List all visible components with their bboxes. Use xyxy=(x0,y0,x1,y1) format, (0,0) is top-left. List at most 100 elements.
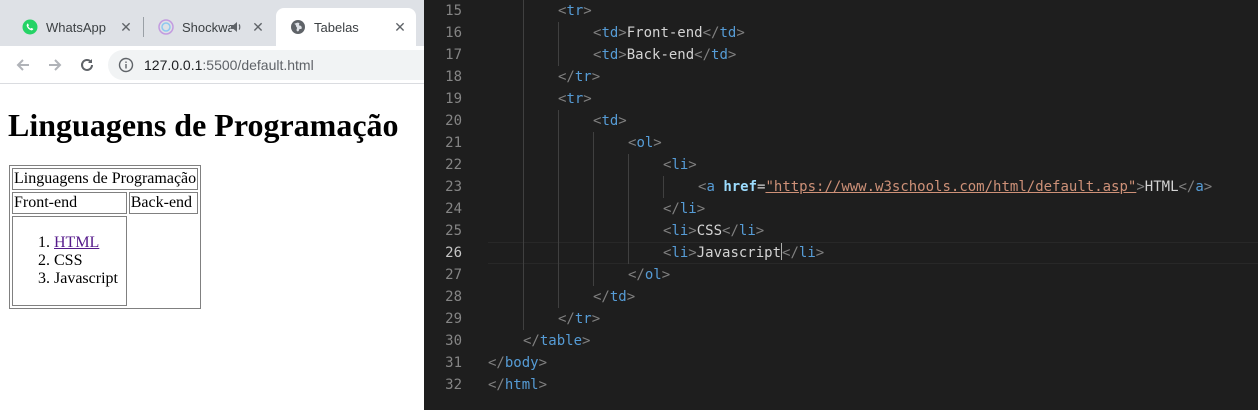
code-line[interactable]: 15 <tr> xyxy=(424,0,1258,22)
table-row: Front-end Back-end xyxy=(12,192,199,214)
info-icon[interactable] xyxy=(118,57,134,73)
code-line[interactable]: 20 <td> xyxy=(424,110,1258,132)
code-editor[interactable]: 15 <tr> 16 <td>Front-end</td> 17 <td>Back-end… xyxy=(424,0,1258,410)
code-line[interactable]: 21 <ol> xyxy=(424,132,1258,154)
code-token: tr xyxy=(574,311,592,327)
indent-guide xyxy=(523,22,524,44)
code-line[interactable]: 19 <tr> xyxy=(424,88,1258,110)
code-token: </ xyxy=(558,69,575,85)
code-line[interactable]: 31 </body> xyxy=(424,352,1258,374)
list-item: CSS xyxy=(54,252,125,270)
browser-window: WhatsApp ✕ Shockwave ✕ Tabelas ✕ xyxy=(0,0,424,410)
code-line[interactable]: 17 <td>Back-end</td> xyxy=(424,44,1258,66)
list-item: HTML xyxy=(54,234,125,252)
code-token: > xyxy=(538,377,548,393)
address-bar[interactable]: 127.0.0.1:5500/default.html xyxy=(108,50,424,80)
code-token: </ xyxy=(782,245,799,261)
indent-guide xyxy=(523,176,524,198)
indent-guide xyxy=(523,308,524,330)
code-line[interactable]: 28 </td> xyxy=(424,286,1258,308)
indent-guide xyxy=(628,198,629,220)
indent-guide xyxy=(523,264,524,286)
code-token: > xyxy=(661,267,671,283)
line-number: 19 xyxy=(445,91,462,107)
code-token: > xyxy=(618,25,627,41)
code-line[interactable]: 22 <li> xyxy=(424,154,1258,176)
indent-guide xyxy=(523,66,524,88)
code-token: table xyxy=(539,333,583,349)
code-token: </ xyxy=(694,47,712,63)
table-cell-list: HTML CSS Javascript xyxy=(12,216,127,306)
code-line[interactable]: 18 </tr> xyxy=(424,66,1258,88)
line-number: 32 xyxy=(445,377,462,393)
indent-guide xyxy=(593,198,594,220)
indent-guide xyxy=(523,220,524,242)
code-token: td xyxy=(609,289,627,305)
close-tab-icon[interactable]: ✕ xyxy=(250,19,266,35)
browser-toolbar: 127.0.0.1:5500/default.html xyxy=(0,46,424,84)
line-number: 23 xyxy=(445,179,462,195)
code-line[interactable]: 30 </table> xyxy=(424,330,1258,352)
table-cell-back-end: Back-end xyxy=(128,192,199,214)
code-line[interactable]: 26 <li>Javascript</li> xyxy=(424,242,1258,264)
code-token: Front-end xyxy=(626,25,703,41)
line-number: 21 xyxy=(445,135,462,151)
code-token: > xyxy=(688,223,697,239)
code-text: <li>Javascript</li> xyxy=(663,242,824,264)
code-token: > xyxy=(591,311,601,327)
code-token: href xyxy=(723,179,758,195)
code-token: > xyxy=(696,201,706,217)
back-button[interactable] xyxy=(10,52,36,78)
speaker-icon[interactable] xyxy=(228,19,244,35)
code-line[interactable]: 32 </html> xyxy=(424,374,1258,396)
table-row: HTML CSS Javascript xyxy=(12,216,198,306)
line-number: 27 xyxy=(445,267,462,283)
indent-guide xyxy=(523,44,524,66)
code-token: tr xyxy=(574,69,592,85)
close-tab-icon[interactable]: ✕ xyxy=(118,19,134,35)
line-number: 22 xyxy=(445,157,462,173)
indent-guide xyxy=(558,286,559,308)
code-token: HTML xyxy=(1144,179,1179,195)
code-text: </tr> xyxy=(558,66,600,88)
code-token: > xyxy=(582,333,591,349)
indent-guide xyxy=(558,154,559,176)
code-line[interactable]: 16 <td>Front-end</td> xyxy=(424,22,1258,44)
close-tab-icon[interactable]: ✕ xyxy=(392,19,408,35)
code-token: </ xyxy=(488,355,505,371)
code-token: a xyxy=(706,179,715,195)
code-token: </ xyxy=(558,311,575,327)
code-token: > xyxy=(591,69,601,85)
code-text: </tr> xyxy=(558,308,600,330)
line-number: 28 xyxy=(445,289,462,305)
code-text: </body> xyxy=(488,352,547,374)
tab-whatsapp[interactable]: WhatsApp ✕ xyxy=(8,8,142,46)
line-number: 29 xyxy=(445,311,462,327)
code-token: </ xyxy=(523,333,540,349)
indent-guide xyxy=(558,264,559,286)
code-line[interactable]: 23 <a href="https://www.w3schools.com/htm… xyxy=(424,176,1258,198)
line-number: 26 xyxy=(445,245,462,261)
indent-guide xyxy=(523,88,524,110)
code-token: ol xyxy=(636,135,654,151)
code-line[interactable]: 27 </ol> xyxy=(424,264,1258,286)
tab-shockwave[interactable]: Shockwave ✕ xyxy=(144,8,274,46)
whatsapp-icon xyxy=(22,19,38,35)
forward-button[interactable] xyxy=(42,52,68,78)
code-line[interactable]: 29 </tr> xyxy=(424,308,1258,330)
line-number: 25 xyxy=(445,223,462,239)
page-heading: Linguagens de Programação xyxy=(8,107,399,143)
reload-button[interactable] xyxy=(74,52,100,78)
indent-guide xyxy=(523,0,524,22)
line-number: 20 xyxy=(445,113,462,129)
tab-tabelas[interactable]: Tabelas ✕ xyxy=(276,8,416,46)
code-token: td xyxy=(719,25,737,41)
code-token: li xyxy=(671,223,689,239)
html-link[interactable]: HTML xyxy=(54,234,99,251)
list-item: Javascript xyxy=(54,270,125,288)
code-line[interactable]: 25 <li>CSS</li> xyxy=(424,220,1258,242)
code-line[interactable]: 24 </li> xyxy=(424,198,1258,220)
code-token: > xyxy=(538,355,548,371)
indent-guide xyxy=(523,154,524,176)
table-header-cell: Linguagens de Programação xyxy=(12,168,199,190)
